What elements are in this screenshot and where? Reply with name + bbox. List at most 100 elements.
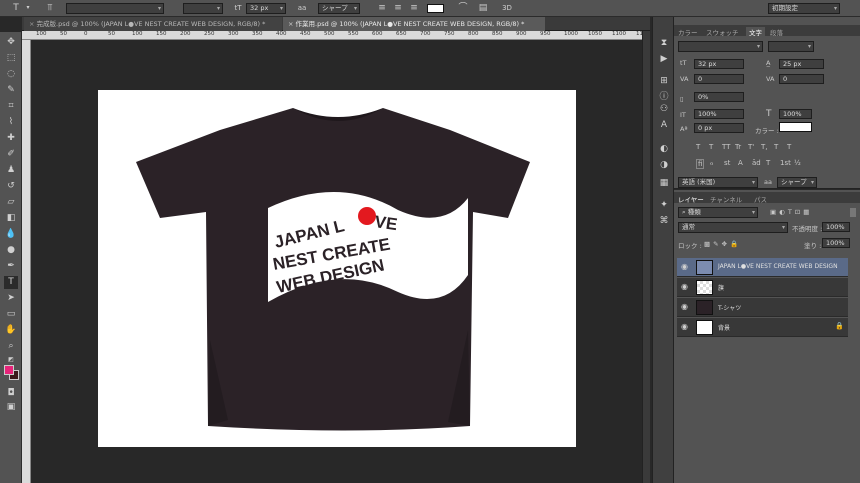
tab-layers[interactable]: レイヤー bbox=[678, 194, 704, 204]
history-brush-tool-icon[interactable]: ↺ bbox=[4, 180, 18, 193]
3d-icon[interactable]: 3D bbox=[501, 2, 513, 14]
kerning-field[interactable]: 0 bbox=[694, 74, 744, 84]
opentype-button[interactable]: 1st bbox=[780, 159, 791, 167]
adjustments-icon[interactable]: ◐ bbox=[657, 142, 671, 156]
language-dropdown[interactable]: 英語 (米国) bbox=[678, 177, 758, 188]
tab-character[interactable]: 文字 bbox=[746, 27, 765, 37]
path-select-tool-icon[interactable]: ➤ bbox=[4, 292, 18, 305]
document-canvas[interactable]: JAPAN L VE NEST CREATE WEB DESIGN bbox=[98, 90, 576, 447]
lasso-tool-icon[interactable]: ◌ bbox=[4, 68, 18, 81]
properties-panel-icon[interactable]: ⊞ bbox=[657, 74, 671, 88]
visibility-eye-icon[interactable]: ◉ bbox=[681, 262, 688, 271]
blend-mode-dropdown[interactable]: 通常 bbox=[678, 222, 788, 233]
warp-text-icon[interactable]: ⌒ bbox=[457, 2, 469, 14]
move-tool-icon[interactable]: ✥ bbox=[4, 36, 18, 49]
clone-source-icon[interactable]: ⚇ bbox=[657, 102, 671, 116]
fill-field[interactable]: 100% bbox=[822, 238, 850, 248]
format-button[interactable]: Tr bbox=[735, 143, 741, 151]
opentype-button[interactable]: fi bbox=[696, 159, 705, 169]
actions-panel-icon[interactable]: ▶ bbox=[657, 52, 671, 66]
healing-tool-icon[interactable]: ✚ bbox=[4, 132, 18, 145]
eyedropper-tool-icon[interactable]: ⌇ bbox=[4, 116, 18, 129]
document-tab-sagyouyou[interactable]: × 作業用.psd @ 100% (JAPAN L●VE NEST CREATE… bbox=[283, 17, 545, 31]
layer-row-tshirt[interactable]: ◉ T-シャツ bbox=[677, 298, 848, 317]
dodge-tool-icon[interactable]: ● bbox=[4, 244, 18, 257]
tab-channels[interactable]: チャンネル bbox=[710, 194, 742, 204]
opentype-button[interactable]: ād bbox=[752, 159, 761, 167]
shape-tool-icon[interactable]: ▭ bbox=[4, 308, 18, 321]
tab-swatches[interactable]: スウォッチ bbox=[706, 27, 739, 37]
styles-icon[interactable]: ◑ bbox=[657, 158, 671, 172]
tab-paths[interactable]: パス bbox=[754, 194, 767, 204]
vertical-scrollbar[interactable] bbox=[642, 31, 650, 483]
navigator-icon[interactable]: ▦ bbox=[657, 176, 671, 190]
format-button[interactable]: T bbox=[696, 143, 700, 151]
document-tab-kanseiban[interactable]: × 完成版.psd @ 100% (JAPAN L●VE NEST CREATE… bbox=[24, 17, 282, 31]
baseline-field[interactable]: 0 px bbox=[694, 123, 744, 133]
opentype-button[interactable]: A bbox=[738, 159, 743, 167]
visibility-eye-icon[interactable]: ◉ bbox=[681, 302, 688, 311]
align-center-icon[interactable]: ≡ bbox=[392, 2, 404, 14]
filter-icons[interactable]: ▣◐T⊡▦ bbox=[770, 208, 812, 216]
opentype-button[interactable]: ½ bbox=[794, 159, 801, 167]
format-button[interactable]: T' bbox=[748, 143, 754, 151]
opentype-button[interactable]: st bbox=[724, 159, 730, 167]
text-color-swatch[interactable] bbox=[427, 4, 444, 13]
history-panel-icon[interactable]: ⧗ bbox=[657, 36, 671, 50]
crop-tool-icon[interactable]: ⌗ bbox=[4, 100, 18, 113]
toggle-orientation-icon[interactable]: ⫪ bbox=[44, 2, 56, 14]
quick-select-tool-icon[interactable]: ✎ bbox=[4, 84, 18, 97]
pen-tool-icon[interactable]: ✒ bbox=[4, 260, 18, 273]
font-style-dropdown[interactable] bbox=[183, 3, 223, 14]
tab-close-icon[interactable]: × bbox=[29, 20, 37, 28]
screen-mode-icon[interactable]: ▣ bbox=[4, 401, 18, 414]
hand-tool-icon[interactable]: ✋ bbox=[4, 324, 18, 337]
brush-tool-icon[interactable]: ✐ bbox=[4, 148, 18, 161]
workspace-dropdown[interactable]: 初期設定 bbox=[768, 3, 840, 14]
layer-row-flag[interactable]: ◉ 旗 bbox=[677, 278, 848, 297]
eraser-tool-icon[interactable]: ▱ bbox=[4, 196, 18, 209]
vertical-scale-field[interactable]: 100% bbox=[694, 109, 744, 119]
horizontal-scale-field[interactable]: 100% bbox=[779, 109, 812, 119]
align-right-icon[interactable]: ≡ bbox=[408, 2, 420, 14]
character-panel-icon[interactable]: A bbox=[657, 118, 671, 132]
marquee-tool-icon[interactable]: ⬚ bbox=[4, 52, 18, 65]
brush-presets-icon[interactable]: ✦ bbox=[657, 198, 671, 212]
tab-color[interactable]: カラー bbox=[678, 27, 698, 37]
align-left-icon[interactable]: ≡ bbox=[376, 2, 388, 14]
format-button[interactable]: T, bbox=[761, 143, 768, 151]
font-size-field[interactable]: 32 px bbox=[694, 59, 744, 69]
font-family-field[interactable] bbox=[678, 41, 763, 52]
leading-field[interactable]: 25 px bbox=[779, 59, 824, 69]
format-button[interactable]: T bbox=[774, 143, 778, 151]
tracking-field[interactable]: 0 bbox=[779, 74, 824, 84]
tab-paragraph[interactable]: 段落 bbox=[770, 27, 783, 37]
tool-preset-chevron-icon[interactable]: ▾ bbox=[22, 2, 34, 14]
format-button[interactable]: T bbox=[787, 143, 791, 151]
gradient-tool-icon[interactable]: ◧ bbox=[4, 212, 18, 225]
opacity-field[interactable]: 100% bbox=[822, 222, 850, 232]
opentype-button[interactable]: T bbox=[766, 159, 770, 167]
antialias-dropdown[interactable]: シャープ bbox=[318, 3, 360, 14]
format-button[interactable]: TT bbox=[722, 143, 730, 151]
layer-row-background[interactable]: ◉ 背景 🔒 bbox=[677, 318, 848, 337]
panels-toggle-icon[interactable]: ▤ bbox=[477, 2, 489, 14]
font-size-dropdown[interactable]: 32 px bbox=[246, 3, 286, 14]
blur-tool-icon[interactable]: 💧 bbox=[4, 228, 18, 241]
visibility-eye-icon[interactable]: ◉ bbox=[681, 282, 688, 291]
type-tool-icon[interactable]: T bbox=[10, 2, 22, 14]
visibility-eye-icon[interactable]: ◉ bbox=[681, 322, 688, 331]
layer-filter-dropdown[interactable]: ⌕ 種類 bbox=[678, 207, 758, 218]
font-family-dropdown[interactable] bbox=[66, 3, 164, 14]
lock-icons[interactable]: ▩✎✥🔒 bbox=[704, 240, 741, 248]
character-color-swatch[interactable] bbox=[779, 122, 812, 132]
stamp-tool-icon[interactable]: ♟ bbox=[4, 164, 18, 177]
layer-row-text[interactable]: ◉ JAPAN L●VE NEST CREATE WEB DESIGN bbox=[677, 258, 848, 277]
font-style-field[interactable] bbox=[768, 41, 814, 52]
antialias-field[interactable]: シャープ bbox=[777, 177, 817, 188]
type-tool-icon[interactable]: T bbox=[4, 276, 18, 289]
tool-presets-icon[interactable]: ⌘ bbox=[657, 214, 671, 228]
filter-toggle[interactable] bbox=[850, 208, 856, 217]
tab-close-icon[interactable]: × bbox=[288, 20, 296, 28]
quick-mask-icon[interactable]: ◘ bbox=[4, 387, 18, 400]
